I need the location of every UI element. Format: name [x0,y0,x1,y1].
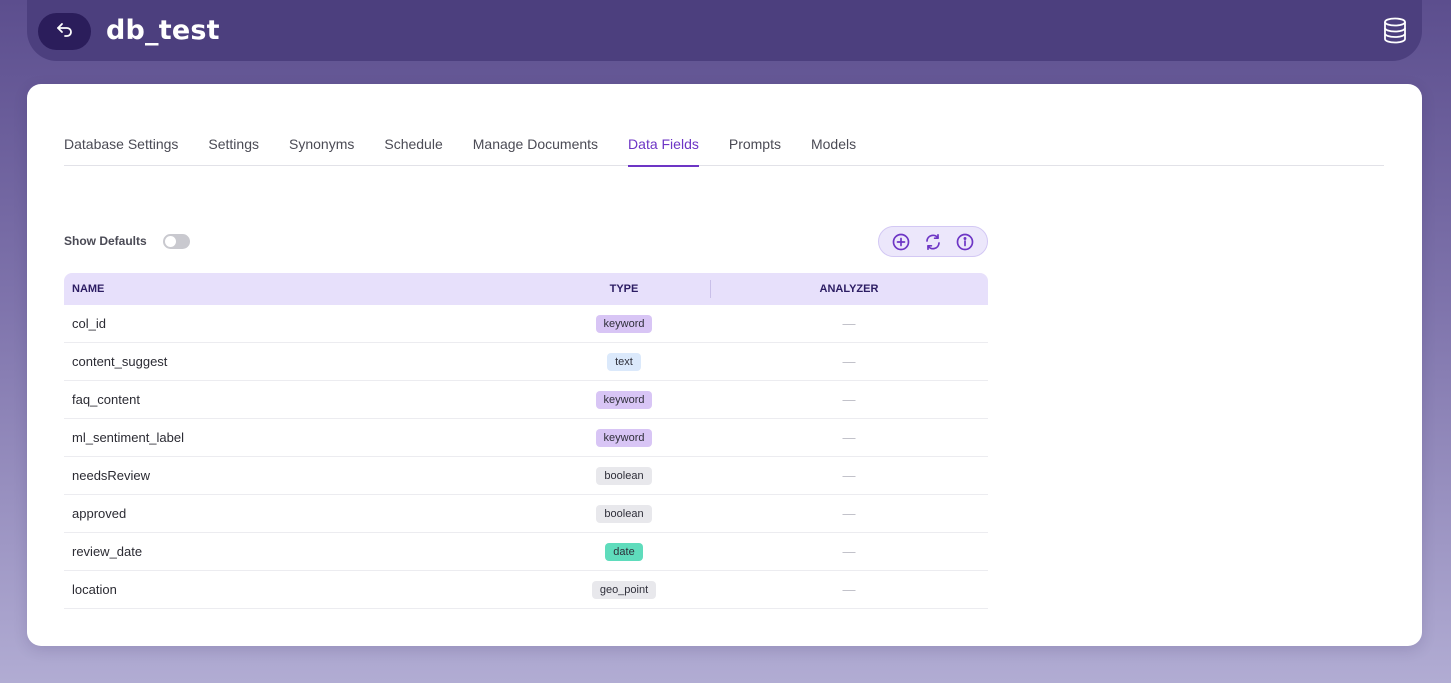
table-row[interactable]: ml_sentiment_label keyword — [64,419,988,457]
analyzer-value: — [842,316,856,331]
main-card: Database Settings Settings Synonyms Sche… [27,84,1422,646]
table-row[interactable]: col_id keyword — [64,305,988,343]
page-title: db_test [106,15,220,46]
field-name: ml_sentiment_label [72,430,185,445]
type-badge: geo_point [591,580,657,599]
tab-synonyms[interactable]: Synonyms [289,129,354,166]
analyzer-value: — [842,582,856,597]
table-row[interactable]: approved boolean — [64,495,988,533]
analyzer-value: — [842,506,856,521]
tab-prompts[interactable]: Prompts [729,129,781,166]
field-name: content_suggest [72,354,168,369]
type-badge: date [605,542,643,561]
top-bar: db_test [27,0,1422,61]
field-name: needsReview [72,468,151,483]
analyzer-value: — [842,468,856,483]
tab-manage-documents[interactable]: Manage Documents [473,129,598,166]
analyzer-value: — [842,392,856,407]
tab-data-fields[interactable]: Data Fields [628,129,699,167]
undo-arrow-icon [56,21,74,42]
table-row[interactable]: location geo_point — [64,571,988,609]
tab-database-settings[interactable]: Database Settings [64,129,178,166]
analyzer-value: — [842,354,856,369]
column-header-name[interactable]: NAME [64,283,538,295]
type-badge: keyword [595,390,653,409]
show-defaults-label: Show Defaults [64,234,147,248]
show-defaults-toggle[interactable] [163,234,190,249]
type-badge: boolean [596,466,652,485]
tab-bar: Database Settings Settings Synonyms Sche… [64,129,1384,167]
column-header-type[interactable]: TYPE [538,283,710,295]
info-icon[interactable] [954,231,976,253]
table-row[interactable]: review_date date — [64,533,988,571]
type-badge: keyword [595,314,653,333]
column-divider [710,280,711,298]
add-circle-icon[interactable] [890,231,912,253]
database-icon[interactable] [1383,17,1407,49]
type-badge: boolean [596,504,652,523]
tab-settings[interactable]: Settings [208,129,259,166]
field-name: col_id [72,316,106,331]
refresh-icon[interactable] [922,231,944,253]
field-actions-group [878,226,988,257]
table-row[interactable]: content_suggest text — [64,343,988,381]
analyzer-value: — [842,430,856,445]
tab-schedule[interactable]: Schedule [384,129,442,166]
table-row[interactable]: needsReview boolean — [64,457,988,495]
field-name: approved [72,506,127,521]
field-name: review_date [72,544,143,559]
column-header-analyzer[interactable]: ANALYZER [710,283,988,295]
analyzer-value: — [842,544,856,559]
data-fields-table: NAME TYPE ANALYZER col_id keyword — cont… [64,273,988,609]
back-button[interactable] [38,13,91,50]
type-badge: text [607,352,641,371]
field-name: faq_content [72,392,140,407]
tab-models[interactable]: Models [811,129,856,166]
table-row[interactable]: faq_content keyword — [64,381,988,419]
type-badge: keyword [595,428,653,447]
toggle-knob [165,236,176,247]
table-header: NAME TYPE ANALYZER [64,273,988,305]
field-name: location [72,582,117,597]
